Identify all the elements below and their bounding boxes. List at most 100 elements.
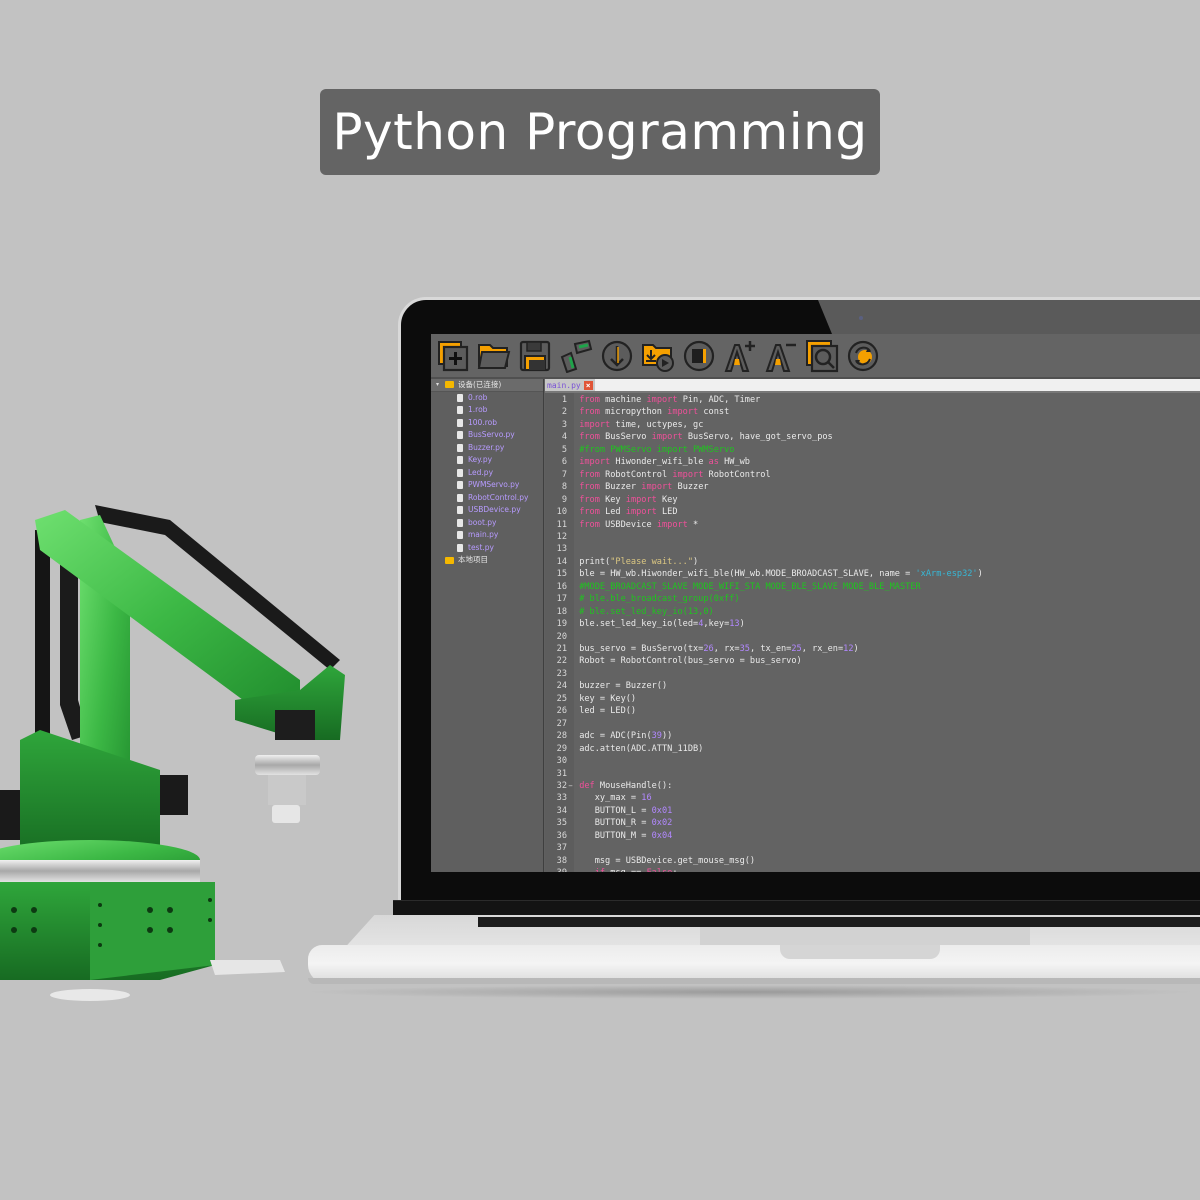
line-number: 20 bbox=[556, 631, 567, 642]
tree-file-item[interactable]: test.py bbox=[431, 542, 543, 555]
fold-marker[interactable] bbox=[567, 444, 574, 456]
fold-marker[interactable] bbox=[567, 755, 574, 767]
tree-file-item[interactable]: BusServo.py bbox=[431, 429, 543, 442]
file-icon bbox=[457, 518, 463, 527]
tree-file-item[interactable]: Key.py bbox=[431, 454, 543, 467]
download-run-button[interactable] bbox=[639, 337, 676, 374]
tree-file-item[interactable]: Buzzer.py bbox=[431, 442, 543, 455]
tree-file-item[interactable]: PWMServo.py bbox=[431, 479, 543, 492]
new-file-button[interactable] bbox=[434, 337, 471, 374]
bezel-glare bbox=[818, 300, 1200, 334]
code-line: 37 bbox=[545, 842, 1200, 854]
fold-marker[interactable] bbox=[567, 855, 574, 867]
fold-marker[interactable] bbox=[567, 768, 574, 780]
tree-file-item[interactable]: USBDevice.py bbox=[431, 504, 543, 517]
download-run-icon bbox=[641, 343, 674, 372]
tree-file-item[interactable]: 100.rob bbox=[431, 417, 543, 430]
chevron-down-icon[interactable]: ▾ bbox=[436, 379, 445, 392]
code-line: 19 ble.set_led_key_io(led=4,key=13) bbox=[545, 618, 1200, 630]
code-token: Robot = RobotControl(bus_servo = bus_ser… bbox=[579, 656, 802, 667]
download-button[interactable] bbox=[598, 337, 635, 374]
line-number: 5 bbox=[561, 444, 567, 455]
line-number: 19 bbox=[556, 619, 567, 630]
font-decrease-button[interactable] bbox=[762, 337, 799, 374]
open-folder-button[interactable] bbox=[475, 337, 512, 374]
tree-file-label: 1.rob bbox=[468, 405, 488, 414]
fold-marker[interactable] bbox=[567, 817, 574, 829]
save-icon bbox=[519, 340, 550, 371]
fold-marker[interactable] bbox=[567, 431, 574, 443]
fold-marker[interactable] bbox=[567, 606, 574, 618]
connect-button[interactable] bbox=[557, 337, 594, 374]
fold-marker[interactable] bbox=[567, 531, 574, 543]
fold-marker[interactable] bbox=[567, 543, 574, 555]
stop-button[interactable] bbox=[680, 337, 717, 374]
fold-marker[interactable] bbox=[567, 680, 574, 692]
fold-marker[interactable] bbox=[567, 456, 574, 468]
code-editor[interactable]: 1 from machine import Pin, ADC, Timer 2 f… bbox=[545, 393, 1200, 872]
tree-file-item[interactable]: 0.rob bbox=[431, 392, 543, 405]
line-number: 3 bbox=[561, 419, 567, 430]
fold-marker[interactable] bbox=[567, 519, 574, 531]
code-token: from bbox=[579, 507, 600, 518]
fold-marker[interactable] bbox=[567, 618, 574, 630]
line-number: 26 bbox=[556, 706, 567, 717]
tab-main-py[interactable]: main.py × bbox=[545, 379, 595, 391]
fold-marker[interactable] bbox=[567, 481, 574, 493]
fold-marker[interactable] bbox=[567, 643, 574, 655]
file-icon bbox=[457, 506, 463, 515]
fold-marker[interactable] bbox=[567, 830, 574, 842]
fold-marker[interactable] bbox=[567, 730, 574, 742]
line-number: 6 bbox=[561, 457, 567, 468]
fold-marker[interactable] bbox=[567, 842, 574, 854]
fold-marker[interactable] bbox=[567, 419, 574, 431]
code-line: 25 key = Key() bbox=[545, 693, 1200, 705]
refresh-button[interactable] bbox=[844, 337, 881, 374]
font-increase-button[interactable] bbox=[721, 337, 758, 374]
fold-marker[interactable] bbox=[567, 631, 574, 643]
fold-marker[interactable] bbox=[567, 506, 574, 518]
fold-marker[interactable] bbox=[567, 406, 574, 418]
fold-marker[interactable] bbox=[567, 792, 574, 804]
fold-marker[interactable]: − bbox=[567, 867, 574, 872]
fold-marker[interactable] bbox=[567, 705, 574, 717]
tree-file-item[interactable]: Led.py bbox=[431, 467, 543, 480]
save-button[interactable] bbox=[516, 337, 553, 374]
line-number: 15 bbox=[556, 569, 567, 580]
close-icon[interactable]: × bbox=[583, 380, 593, 390]
fold-marker[interactable] bbox=[567, 718, 574, 730]
code-token: Pin, ADC, Timer bbox=[677, 395, 761, 405]
folder-icon bbox=[445, 381, 454, 389]
fold-marker[interactable] bbox=[567, 668, 574, 680]
code-line: 24 buzzer = Buzzer() bbox=[545, 680, 1200, 692]
line-number: 18 bbox=[556, 606, 567, 617]
fold-marker[interactable] bbox=[567, 494, 574, 506]
fold-marker[interactable] bbox=[567, 469, 574, 481]
code-line: 23 bbox=[545, 668, 1200, 680]
fold-marker[interactable] bbox=[567, 556, 574, 568]
fold-marker[interactable] bbox=[567, 805, 574, 817]
tree-file-item[interactable]: RobotControl.py bbox=[431, 492, 543, 505]
fold-marker[interactable] bbox=[567, 655, 574, 667]
fold-marker[interactable] bbox=[567, 568, 574, 580]
tree-file-item[interactable]: boot.py bbox=[431, 517, 543, 530]
fold-marker[interactable] bbox=[567, 743, 574, 755]
fold-marker[interactable] bbox=[567, 693, 574, 705]
fold-marker[interactable] bbox=[567, 394, 574, 406]
tree-device-root[interactable]: ▾ 设备(已连接) bbox=[431, 379, 543, 392]
file-icon bbox=[457, 531, 463, 540]
code-token: Buzzer bbox=[672, 482, 709, 493]
tree-local-project[interactable]: 本地项目 bbox=[431, 554, 543, 567]
code-line: 16 #MODE_BROADCAST_SLAVE MODE_WIFI_STA M… bbox=[545, 581, 1200, 593]
tree-file-item[interactable]: main.py bbox=[431, 529, 543, 542]
tree-file-item[interactable]: 1.rob bbox=[431, 404, 543, 417]
code-token: BUTTON_R = bbox=[579, 818, 652, 829]
code-line: 30 bbox=[545, 755, 1200, 767]
code-token: from bbox=[579, 432, 600, 443]
fold-marker[interactable] bbox=[567, 593, 574, 605]
fold-marker[interactable]: − bbox=[567, 780, 574, 792]
fold-marker[interactable] bbox=[567, 581, 574, 593]
search-button[interactable] bbox=[803, 337, 840, 374]
code-token: 0x01 bbox=[651, 805, 673, 816]
code-line: 13 bbox=[545, 543, 1200, 555]
